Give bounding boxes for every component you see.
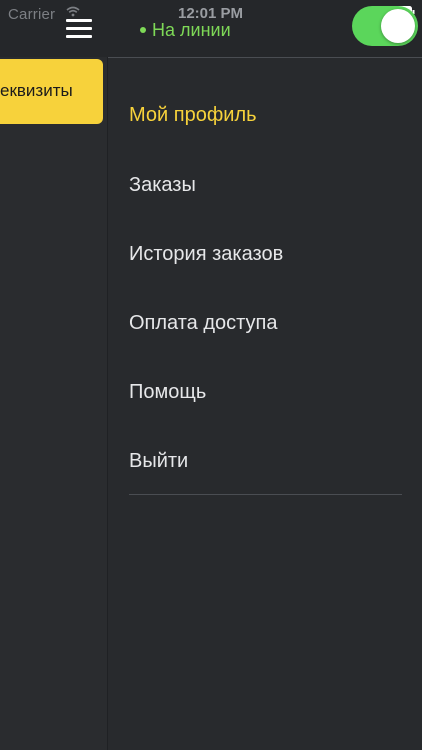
menu-item-orders[interactable]: Заказы	[129, 174, 196, 197]
online-status-label: На линии	[152, 20, 231, 40]
menu-divider	[129, 494, 402, 495]
online-toggle[interactable]	[352, 6, 418, 46]
menu-item-help[interactable]: Помощь	[129, 381, 206, 404]
header-divider	[107, 57, 422, 58]
hamburger-menu-icon[interactable]	[62, 15, 96, 43]
menu-item-logout[interactable]: Выйти	[129, 450, 188, 473]
drawer-edge	[107, 57, 108, 750]
requisites-button[interactable]: еквизиты	[0, 59, 103, 124]
carrier-label: Carrier	[8, 6, 56, 23]
requisites-label: еквизиты	[0, 81, 73, 100]
menu-item-profile[interactable]: Мой профиль	[129, 104, 257, 127]
menu-item-order-history[interactable]: История заказов	[129, 243, 283, 266]
online-status-dot	[140, 27, 146, 33]
toggle-knob	[381, 9, 415, 43]
menu-item-access-payment[interactable]: Оплата доступа	[129, 312, 278, 335]
